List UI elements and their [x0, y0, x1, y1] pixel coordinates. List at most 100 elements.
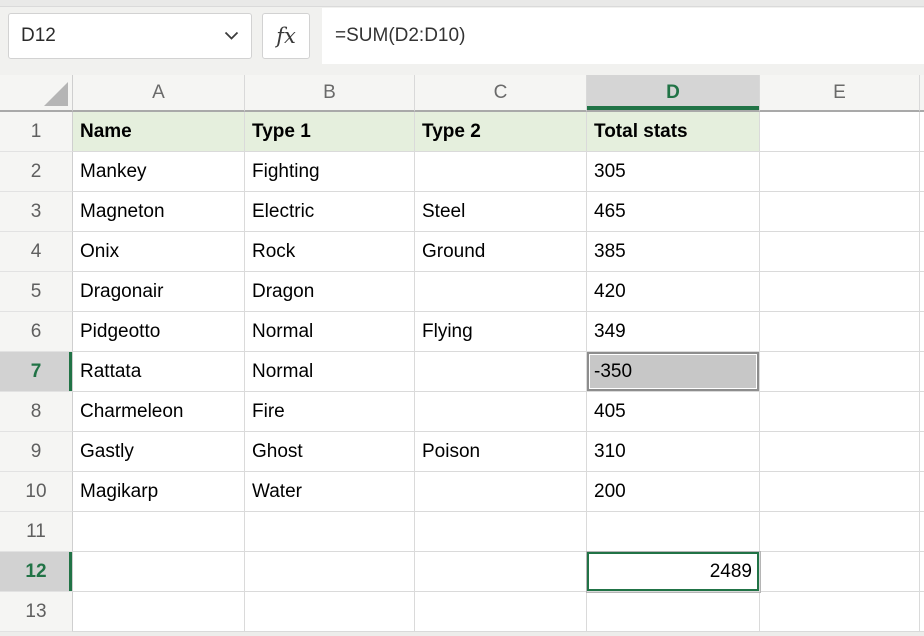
cell-B1[interactable]: Type 1	[245, 112, 415, 152]
cell-C4[interactable]: Ground	[415, 232, 587, 272]
cell-B13[interactable]	[245, 592, 415, 632]
cell-D9[interactable]: 310	[587, 432, 760, 472]
column-header-E[interactable]: E	[760, 75, 920, 112]
cell-A3[interactable]: Magneton	[73, 192, 245, 232]
cell-A8[interactable]: Charmeleon	[73, 392, 245, 432]
cell-B9[interactable]: Ghost	[245, 432, 415, 472]
column-header-A[interactable]: A	[73, 75, 245, 112]
select-all-button[interactable]	[0, 75, 73, 112]
row-header-12[interactable]: 12	[0, 552, 73, 592]
cell-E3[interactable]	[760, 192, 920, 232]
cell-D4[interactable]: 385	[587, 232, 760, 272]
cell-A4[interactable]: Onix	[73, 232, 245, 272]
row-header-2[interactable]: 2	[0, 152, 73, 192]
cell-D13[interactable]	[587, 592, 760, 632]
row-header-11[interactable]: 11	[0, 512, 73, 552]
cell-E2[interactable]	[760, 152, 920, 192]
row-header-10[interactable]: 10	[0, 472, 73, 512]
row-header-5[interactable]: 5	[0, 272, 73, 312]
cell-A11[interactable]	[73, 512, 245, 552]
cell-D7[interactable]: -350	[587, 352, 760, 392]
cell-C1[interactable]: Type 2	[415, 112, 587, 152]
cell-A5[interactable]: Dragonair	[73, 272, 245, 312]
cell-C9[interactable]: Poison	[415, 432, 587, 472]
cell-E13[interactable]	[760, 592, 920, 632]
cell-B12[interactable]	[245, 552, 415, 592]
cell-A7[interactable]: Rattata	[73, 352, 245, 392]
cell-B7[interactable]: Normal	[245, 352, 415, 392]
cell-B3[interactable]: Electric	[245, 192, 415, 232]
cell-D12[interactable]: 2489	[587, 552, 760, 592]
row-11: 11	[0, 512, 924, 552]
row-2: 2 Mankey Fighting 305	[0, 152, 924, 192]
column-header-B[interactable]: B	[245, 75, 415, 112]
cell-A12[interactable]	[73, 552, 245, 592]
row-header-13[interactable]: 13	[0, 592, 73, 632]
cell-D10[interactable]: 200	[587, 472, 760, 512]
cell-C11[interactable]	[415, 512, 587, 552]
cell-A6[interactable]: Pidgeotto	[73, 312, 245, 352]
cell-D5[interactable]: 420	[587, 272, 760, 312]
column-header-row: A B C D E	[0, 75, 924, 112]
cell-C8[interactable]	[415, 392, 587, 432]
row-header-8[interactable]: 8	[0, 392, 73, 432]
cell-C3[interactable]: Steel	[415, 192, 587, 232]
row-6: 6 Pidgeotto Normal Flying 349	[0, 312, 924, 352]
row-4: 4 Onix Rock Ground 385	[0, 232, 924, 272]
cell-D8[interactable]: 405	[587, 392, 760, 432]
cell-C13[interactable]	[415, 592, 587, 632]
cell-C7[interactable]	[415, 352, 587, 392]
row-8: 8 Charmeleon Fire 405	[0, 392, 924, 432]
cell-C2[interactable]	[415, 152, 587, 192]
cell-E6[interactable]	[760, 312, 920, 352]
row-header-4[interactable]: 4	[0, 232, 73, 272]
formula-input[interactable]: =SUM(D2:D10)	[322, 8, 924, 64]
cell-E8[interactable]	[760, 392, 920, 432]
cell-A1[interactable]: Name	[73, 112, 245, 152]
cell-E10[interactable]	[760, 472, 920, 512]
fx-button[interactable]: fx	[262, 13, 310, 59]
cell-D11[interactable]	[587, 512, 760, 552]
cell-A2[interactable]: Mankey	[73, 152, 245, 192]
cell-B4[interactable]: Rock	[245, 232, 415, 272]
cell-A9[interactable]: Gastly	[73, 432, 245, 472]
cell-E12[interactable]	[760, 552, 920, 592]
cell-B5[interactable]: Dragon	[245, 272, 415, 312]
row-header-1[interactable]: 1	[0, 112, 73, 152]
chevron-down-icon[interactable]	[224, 31, 239, 41]
cell-D3[interactable]: 465	[587, 192, 760, 232]
cell-A10[interactable]: Magikarp	[73, 472, 245, 512]
row-7: 7 Rattata Normal -350	[0, 352, 924, 392]
column-header-D[interactable]: D	[587, 75, 760, 112]
row-header-3[interactable]: 3	[0, 192, 73, 232]
column-header-filler	[920, 75, 924, 112]
cell-C12[interactable]	[415, 552, 587, 592]
cell-E4[interactable]	[760, 232, 920, 272]
cell-A13[interactable]	[73, 592, 245, 632]
row-header-7[interactable]: 7	[0, 352, 73, 392]
row-header-6[interactable]: 6	[0, 312, 73, 352]
cell-E1[interactable]	[760, 112, 920, 152]
row-5: 5 Dragonair Dragon 420	[0, 272, 924, 312]
cell-E5[interactable]	[760, 272, 920, 312]
cell-B11[interactable]	[245, 512, 415, 552]
cell-D2[interactable]: 305	[587, 152, 760, 192]
cell-C5[interactable]	[415, 272, 587, 312]
row-header-9[interactable]: 9	[0, 432, 73, 472]
cell-D6[interactable]: 349	[587, 312, 760, 352]
cell-B8[interactable]: Fire	[245, 392, 415, 432]
cell-C10[interactable]	[415, 472, 587, 512]
cell-E11[interactable]	[760, 512, 920, 552]
top-strip	[0, 0, 924, 7]
cell-B10[interactable]: Water	[245, 472, 415, 512]
cell-D1[interactable]: Total stats	[587, 112, 760, 152]
column-header-C[interactable]: C	[415, 75, 587, 112]
row-9: 9 Gastly Ghost Poison 310	[0, 432, 924, 472]
cell-B2[interactable]: Fighting	[245, 152, 415, 192]
cell-E7[interactable]	[760, 352, 920, 392]
cell-B6[interactable]: Normal	[245, 312, 415, 352]
cell-C6[interactable]: Flying	[415, 312, 587, 352]
row-3: 3 Magneton Electric Steel 465	[0, 192, 924, 232]
name-box[interactable]: D12	[8, 13, 252, 59]
cell-E9[interactable]	[760, 432, 920, 472]
